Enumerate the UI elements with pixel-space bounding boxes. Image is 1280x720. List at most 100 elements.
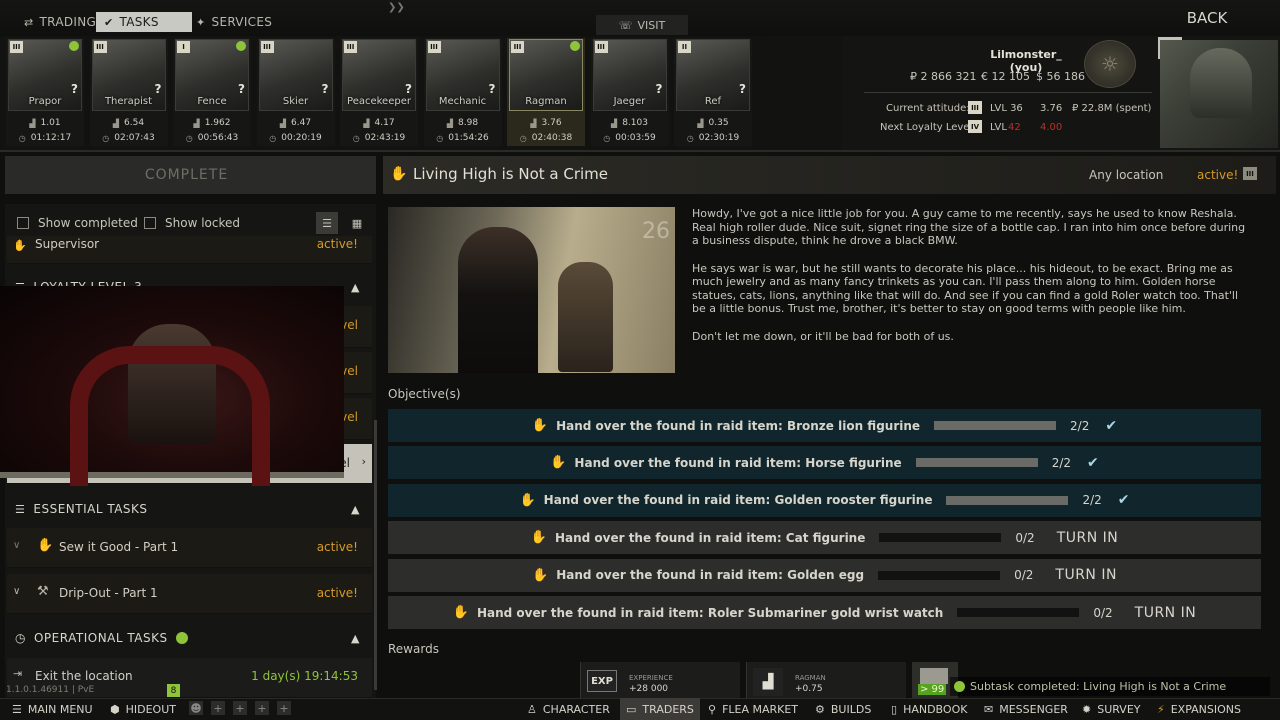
trader-card-jaeger[interactable]: III? Jaeger ▟ 8.103 ◷ 00:03:59 <box>590 38 669 146</box>
task-name: Drip-Out - Part 1 <box>59 586 158 600</box>
visit-tab[interactable]: ☏ VISIT <box>596 15 688 35</box>
collapse-icon[interactable]: ▲ <box>351 632 360 645</box>
turn-in-button[interactable]: TURN IN <box>1055 567 1117 583</box>
exit-icon: ⇥ <box>13 667 23 680</box>
objective-row: ✋ Hand over the found in raid item: Cat f… <box>388 521 1261 555</box>
quest-description: Howdy, I've got a nice little job for yo… <box>692 207 1252 343</box>
trader-timer: 02:07:43 <box>114 133 155 143</box>
clock-icon: ◷ <box>603 133 611 143</box>
turn-in-button[interactable]: TURN IN <box>1057 530 1119 546</box>
check-icon: ✔ <box>1117 492 1130 509</box>
builds-button[interactable]: ⚙ BUILDS <box>815 698 871 720</box>
trader-card-prapor[interactable]: III? Prapor ▟ 1.01 ◷ 01:12:17 <box>6 38 84 146</box>
hand-icon: ✋ <box>519 492 536 508</box>
trader-rank-icon: III <box>344 41 357 53</box>
show-completed-label: Show completed <box>38 216 138 230</box>
turn-in-button[interactable]: TURN IN <box>1135 605 1197 621</box>
essential-tasks-header[interactable]: ☰ ESSENTIAL TASKS ▲ <box>7 494 372 524</box>
task-row-supervisor[interactable]: ✋ Supervisor active! <box>7 236 372 264</box>
trader-timer-row: ◷ 00:20:19 <box>257 133 335 143</box>
chevron-down-icon[interactable]: ∨ <box>13 540 20 551</box>
trader-standing-row: ▟ 6.47 <box>257 118 335 128</box>
objective-text: Hand over the found in raid item: Golden… <box>543 493 933 508</box>
trader-card-skier[interactable]: III? Skier ▟ 6.47 ◷ 00:20:19 <box>256 38 335 146</box>
trader-name: Therapist <box>104 96 153 107</box>
tab-services[interactable]: ✦ SERVICES <box>196 12 272 32</box>
handbook-button[interactable]: ▯ HANDBOOK <box>891 698 967 720</box>
quest-image: 26 <box>388 207 675 373</box>
objective-text: Hand over the found in raid item: Horse … <box>574 455 902 470</box>
trader-card-therapist[interactable]: III? Therapist ▟ 6.54 ◷ 02:07:43 <box>89 38 168 146</box>
trader-timer-row: ◷ 01:12:17 <box>6 133 84 143</box>
task-status: active! <box>316 237 358 251</box>
standing-icon: ▟ <box>363 118 370 128</box>
attitude-spent: ₽ 22.8M (spent) <box>1072 103 1152 114</box>
operational-tasks-header[interactable]: ◷ OPERATIONAL TASKS ▲ <box>7 623 372 653</box>
trader-name: Mechanic <box>438 96 487 107</box>
trader-card-peacekeeper[interactable]: III? Peacekeeper ▟ 4.17 ◷ 02:43:19 <box>340 38 418 146</box>
main-menu-button[interactable]: ☰ MAIN MENU <box>12 698 93 720</box>
next-level-req: 42 <box>1008 122 1021 133</box>
trader-card-ref[interactable]: II? Ref ▟ 0.35 ◷ 02:30:19 <box>674 38 752 146</box>
quick-slot-2[interactable]: + <box>211 701 225 715</box>
show-completed-checkbox[interactable] <box>17 217 29 229</box>
task-icon: ⚒ <box>37 584 49 599</box>
version-label: 1.1.0.1.46911 | PvE <box>6 685 95 695</box>
tab-tasks[interactable]: ✔ TASKS <box>96 12 192 32</box>
objective-row: ✋ Hand over the found in raid item: Bronz… <box>388 409 1261 442</box>
quick-slot-3[interactable]: + <box>233 701 247 715</box>
list-view-button[interactable]: ☰ <box>316 212 338 234</box>
chevron-down-icon[interactable]: ∨ <box>13 586 20 597</box>
reward-value: +0.75 <box>795 684 823 694</box>
standing-icon: ▟ <box>446 118 454 128</box>
traders-icon: ▭ <box>626 702 637 716</box>
messenger-button[interactable]: ✉ MESSENGER <box>984 698 1068 720</box>
quest-paragraph-3: Don't let me down, or it'll be bad for b… <box>692 329 954 343</box>
trader-name: Fence <box>197 96 227 107</box>
hand-icon: ✋ <box>532 567 549 583</box>
quick-slot-5[interactable]: + <box>277 701 291 715</box>
traders-button[interactable]: ▭ TRADERS <box>620 698 700 720</box>
back-button[interactable]: BACK <box>1170 9 1244 29</box>
expansions-button[interactable]: ⚡ EXPANSIONS <box>1157 698 1241 720</box>
objective-progress-bar <box>879 533 1002 543</box>
quick-slot-4[interactable]: + <box>255 701 269 715</box>
task-row-drip-out[interactable]: ∨ ⚒ Drip-Out - Part 1 active! <box>7 574 372 614</box>
quest-paragraph-1: Howdy, I've got a nice little job for yo… <box>692 207 1246 247</box>
survey-button[interactable]: ✹ SURVEY <box>1082 698 1141 720</box>
item-icon <box>920 668 948 684</box>
trader-timer-row: ◷ 00:03:59 <box>591 133 669 143</box>
objective-row: ✋ Hand over the found in raid item: Golde… <box>388 558 1261 592</box>
question-icon: ? <box>238 82 245 96</box>
standing-up-icon: ▟ <box>753 668 783 696</box>
task-count-badge: 8 <box>167 684 180 697</box>
show-locked-checkbox[interactable] <box>144 217 156 229</box>
collapse-icon[interactable]: ▲ <box>351 281 360 294</box>
task-icon: ✋ <box>37 538 54 553</box>
trader-timer-row: ◷ 02:43:19 <box>340 133 418 143</box>
essential-tasks-label: ESSENTIAL TASKS <box>33 502 148 516</box>
trader-card-ragman[interactable]: III Ragman ▟ 3.76 ◷ 02:40:38 <box>507 38 585 146</box>
visit-icon: ☏ <box>618 18 633 32</box>
hand-icon: ✋ <box>452 605 469 620</box>
task-row-sew-it-good[interactable]: ∨ ✋ Sew it Good - Part 1 active! <box>7 528 372 568</box>
hideout-button[interactable]: ⬢ HIDEOUT <box>110 698 176 720</box>
trader-card-mechanic[interactable]: III? Mechanic ▟ 8.98 ◷ 01:54:26 <box>423 38 502 146</box>
trader-standing: 8.103 <box>622 118 648 128</box>
trader-card-fence[interactable]: I? Fence ▟ 1.962 ◷ 00:56:43 <box>173 38 251 146</box>
tab-tasks-label: TASKS <box>119 15 159 29</box>
trader-timer-row: ◷ 02:40:38 <box>507 133 585 143</box>
left-scrollbar[interactable] <box>374 420 377 690</box>
flea-market-button[interactable]: ⚲ FLEA MARKET <box>708 698 798 720</box>
money-dollars: $ 56 186 <box>1036 70 1085 83</box>
complete-button[interactable]: COMPLETE <box>5 156 376 194</box>
player-avatar <box>1160 40 1278 148</box>
quick-slot-1[interactable]: ☻ <box>189 701 203 715</box>
tab-trading[interactable]: ⇄ TRADING <box>24 12 96 32</box>
standing-icon: ▟ <box>530 118 537 128</box>
clock-icon: ◷ <box>15 631 26 645</box>
character-button[interactable]: ♙ CHARACTER <box>527 698 610 720</box>
grid-view-button[interactable]: ▦ <box>346 212 368 234</box>
money-rubles: ₽ 2 866 321 <box>910 70 977 83</box>
collapse-icon[interactable]: ▲ <box>351 503 360 516</box>
